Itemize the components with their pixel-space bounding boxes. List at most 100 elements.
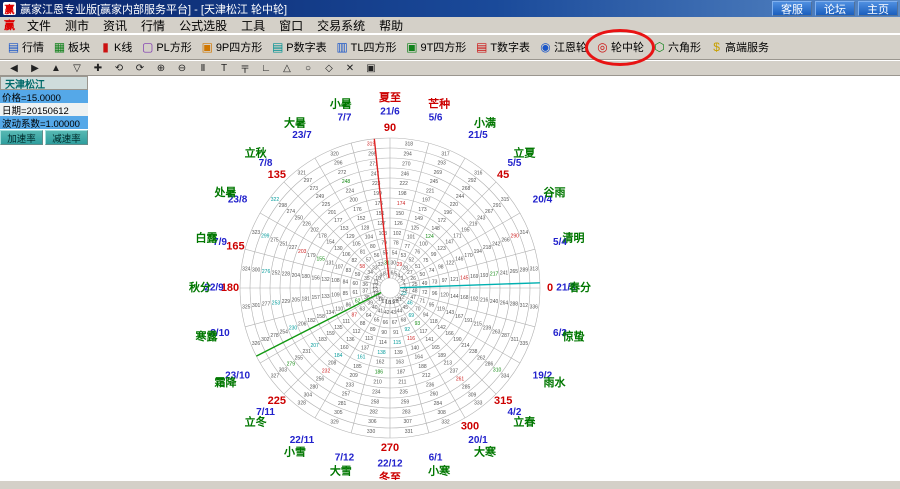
drawing-tool-button[interactable]: ◀ xyxy=(4,61,24,76)
drawing-tool-button[interactable]: ∟ xyxy=(256,61,276,76)
drawing-tool-button[interactable]: ▣ xyxy=(361,61,381,76)
svg-text:68: 68 xyxy=(401,318,407,324)
svg-text:283: 283 xyxy=(402,409,411,415)
svg-text:惊蛰: 惊蛰 xyxy=(563,329,585,343)
toolbar-button[interactable]: ▤ P数字表 xyxy=(267,35,330,59)
drawing-tool-button[interactable]: ⟲ xyxy=(109,61,129,76)
menu-item[interactable]: 帮助 xyxy=(372,16,410,35)
svg-text:143: 143 xyxy=(446,310,455,316)
toolbar-button[interactable]: ▣ 9P四方形 xyxy=(197,35,266,59)
date-field[interactable]: 日期=20150612 xyxy=(0,103,88,116)
svg-text:165: 165 xyxy=(226,240,244,252)
svg-text:221: 221 xyxy=(426,188,435,194)
svg-text:302: 302 xyxy=(261,337,270,343)
data-panel: 天津松江 价格=15.0000 日期=20150612 波动系数=1.00000… xyxy=(0,76,88,145)
menu-item[interactable]: 资讯 xyxy=(96,16,134,35)
svg-text:243: 243 xyxy=(477,215,486,221)
svg-text:90: 90 xyxy=(381,330,387,336)
drawing-tool-button[interactable]: ▲ xyxy=(46,61,66,76)
svg-text:322: 322 xyxy=(271,197,280,203)
menu-item[interactable]: 行情 xyxy=(134,16,172,35)
svg-text:255: 255 xyxy=(295,355,304,361)
svg-text:142: 142 xyxy=(437,325,446,331)
gann-wheel[interactable]: 1234567891011121314151617181920212223242… xyxy=(0,76,900,480)
coefficient-field[interactable]: 波动系数=1.00000 xyxy=(0,116,88,129)
toolbar-button[interactable]: ◉ 江恩轮 xyxy=(535,35,591,59)
svg-text:120: 120 xyxy=(440,293,449,299)
drawing-tool-button[interactable]: △ xyxy=(277,61,297,76)
speed-button[interactable]: 加速率 xyxy=(0,130,43,145)
drawing-tool-button[interactable]: T xyxy=(214,61,234,76)
toolbar-button[interactable]: ⬡ 六角形 xyxy=(649,35,705,59)
svg-text:265: 265 xyxy=(510,269,519,275)
drawing-tool-button[interactable]: ✚ xyxy=(88,61,108,76)
menu-item[interactable]: 工具 xyxy=(234,16,272,35)
svg-text:236: 236 xyxy=(426,382,435,388)
svg-text:秋分: 秋分 xyxy=(189,280,211,294)
menu-item[interactable]: 交易系统 xyxy=(310,16,372,35)
price-field[interactable]: 价格=15.0000 xyxy=(0,90,88,103)
svg-text:101: 101 xyxy=(407,235,416,241)
toolbar-button[interactable]: ▤ T数字表 xyxy=(471,35,534,59)
svg-text:小暑: 小暑 xyxy=(329,96,352,110)
toolbar-button[interactable]: ▤ 行情 xyxy=(3,35,48,59)
titlebar-link-button[interactable]: 客服 xyxy=(772,1,812,16)
drawing-tool-button[interactable]: Ⅱ xyxy=(193,61,213,76)
svg-text:21/5: 21/5 xyxy=(468,130,488,141)
svg-text:206: 206 xyxy=(298,322,307,328)
drawing-tool-button[interactable]: ◇ xyxy=(319,61,339,76)
toolbar-button[interactable]: ▥ TL四方形 xyxy=(332,35,401,59)
menu-item[interactable]: 测市 xyxy=(58,16,96,35)
svg-text:253: 253 xyxy=(272,300,281,306)
svg-text:125: 125 xyxy=(411,225,420,231)
titlebar-link-button[interactable]: 论坛 xyxy=(815,1,855,16)
svg-text:41: 41 xyxy=(378,308,384,314)
drawing-tool-button[interactable]: ▶ xyxy=(25,61,45,76)
svg-text:228: 228 xyxy=(282,272,291,278)
stock-name-tab[interactable]: 天津松江 xyxy=(0,76,88,90)
svg-text:3: 3 xyxy=(401,276,404,282)
menu-items: 文件 测市 资讯 行情 公式选股 工具 窗口 交易系统 帮助 xyxy=(20,16,410,35)
svg-text:290: 290 xyxy=(511,234,520,240)
svg-text:245: 245 xyxy=(430,179,439,185)
drawing-toolbar: ◀ ▶ ▲ ▽ ✚ ⟲ ⟳ ⊕ ⊖ Ⅱ T 〒 ∟ △ ○ ◇ ✕ ▣ xyxy=(0,60,900,76)
svg-text:209: 209 xyxy=(349,373,358,379)
drawing-tool-button[interactable]: ⟳ xyxy=(130,61,150,76)
drawing-tool-button[interactable]: ⊕ xyxy=(151,61,171,76)
svg-text:165: 165 xyxy=(431,345,440,351)
drawing-tool-button[interactable]: ⊖ xyxy=(172,61,192,76)
svg-text:54: 54 xyxy=(392,251,398,257)
svg-text:23/7: 23/7 xyxy=(292,130,312,141)
toolbar-button[interactable]: ▢ PL方形 xyxy=(137,35,195,59)
svg-text:275: 275 xyxy=(270,237,279,243)
toolbar-button-icon: ◎ xyxy=(596,41,609,53)
svg-text:56: 56 xyxy=(374,253,380,259)
svg-text:145: 145 xyxy=(460,276,469,282)
app-logo-icon: 赢 xyxy=(3,2,16,15)
titlebar-link-button[interactable]: 主页 xyxy=(858,1,898,16)
toolbar-button[interactable]: $ 高端服务 xyxy=(706,35,773,59)
toolbar-button[interactable]: ▮ K线 xyxy=(95,35,136,59)
toolbar-button[interactable]: ◎ 轮中轮 xyxy=(592,35,648,59)
svg-text:289: 289 xyxy=(520,268,529,274)
svg-text:立秋: 立秋 xyxy=(245,146,268,160)
toolbar-button-icon: ▮ xyxy=(99,41,112,53)
toolbar-button[interactable]: ▣ 9T四方形 xyxy=(401,35,470,59)
svg-text:94: 94 xyxy=(423,313,429,319)
menu-item[interactable]: 文件 xyxy=(20,16,58,35)
svg-text:287: 287 xyxy=(501,333,510,339)
svg-text:74: 74 xyxy=(429,268,435,274)
svg-text:230: 230 xyxy=(289,326,298,332)
speed-button[interactable]: 减速率 xyxy=(45,130,88,145)
drawing-tool-button[interactable]: ○ xyxy=(298,61,318,76)
drawing-tool-button[interactable]: ✕ xyxy=(340,61,360,76)
menu-item[interactable]: 公式选股 xyxy=(172,16,234,35)
drawing-tool-button[interactable]: ▽ xyxy=(67,61,87,76)
menu-item[interactable]: 窗口 xyxy=(272,16,310,35)
svg-text:48: 48 xyxy=(412,289,418,295)
drawing-tool-button[interactable]: 〒 xyxy=(235,61,255,76)
toolbar-button[interactable]: ▦ 板块 xyxy=(49,35,94,59)
svg-text:99: 99 xyxy=(431,252,437,258)
svg-text:299: 299 xyxy=(261,234,270,240)
svg-text:184: 184 xyxy=(334,353,343,359)
